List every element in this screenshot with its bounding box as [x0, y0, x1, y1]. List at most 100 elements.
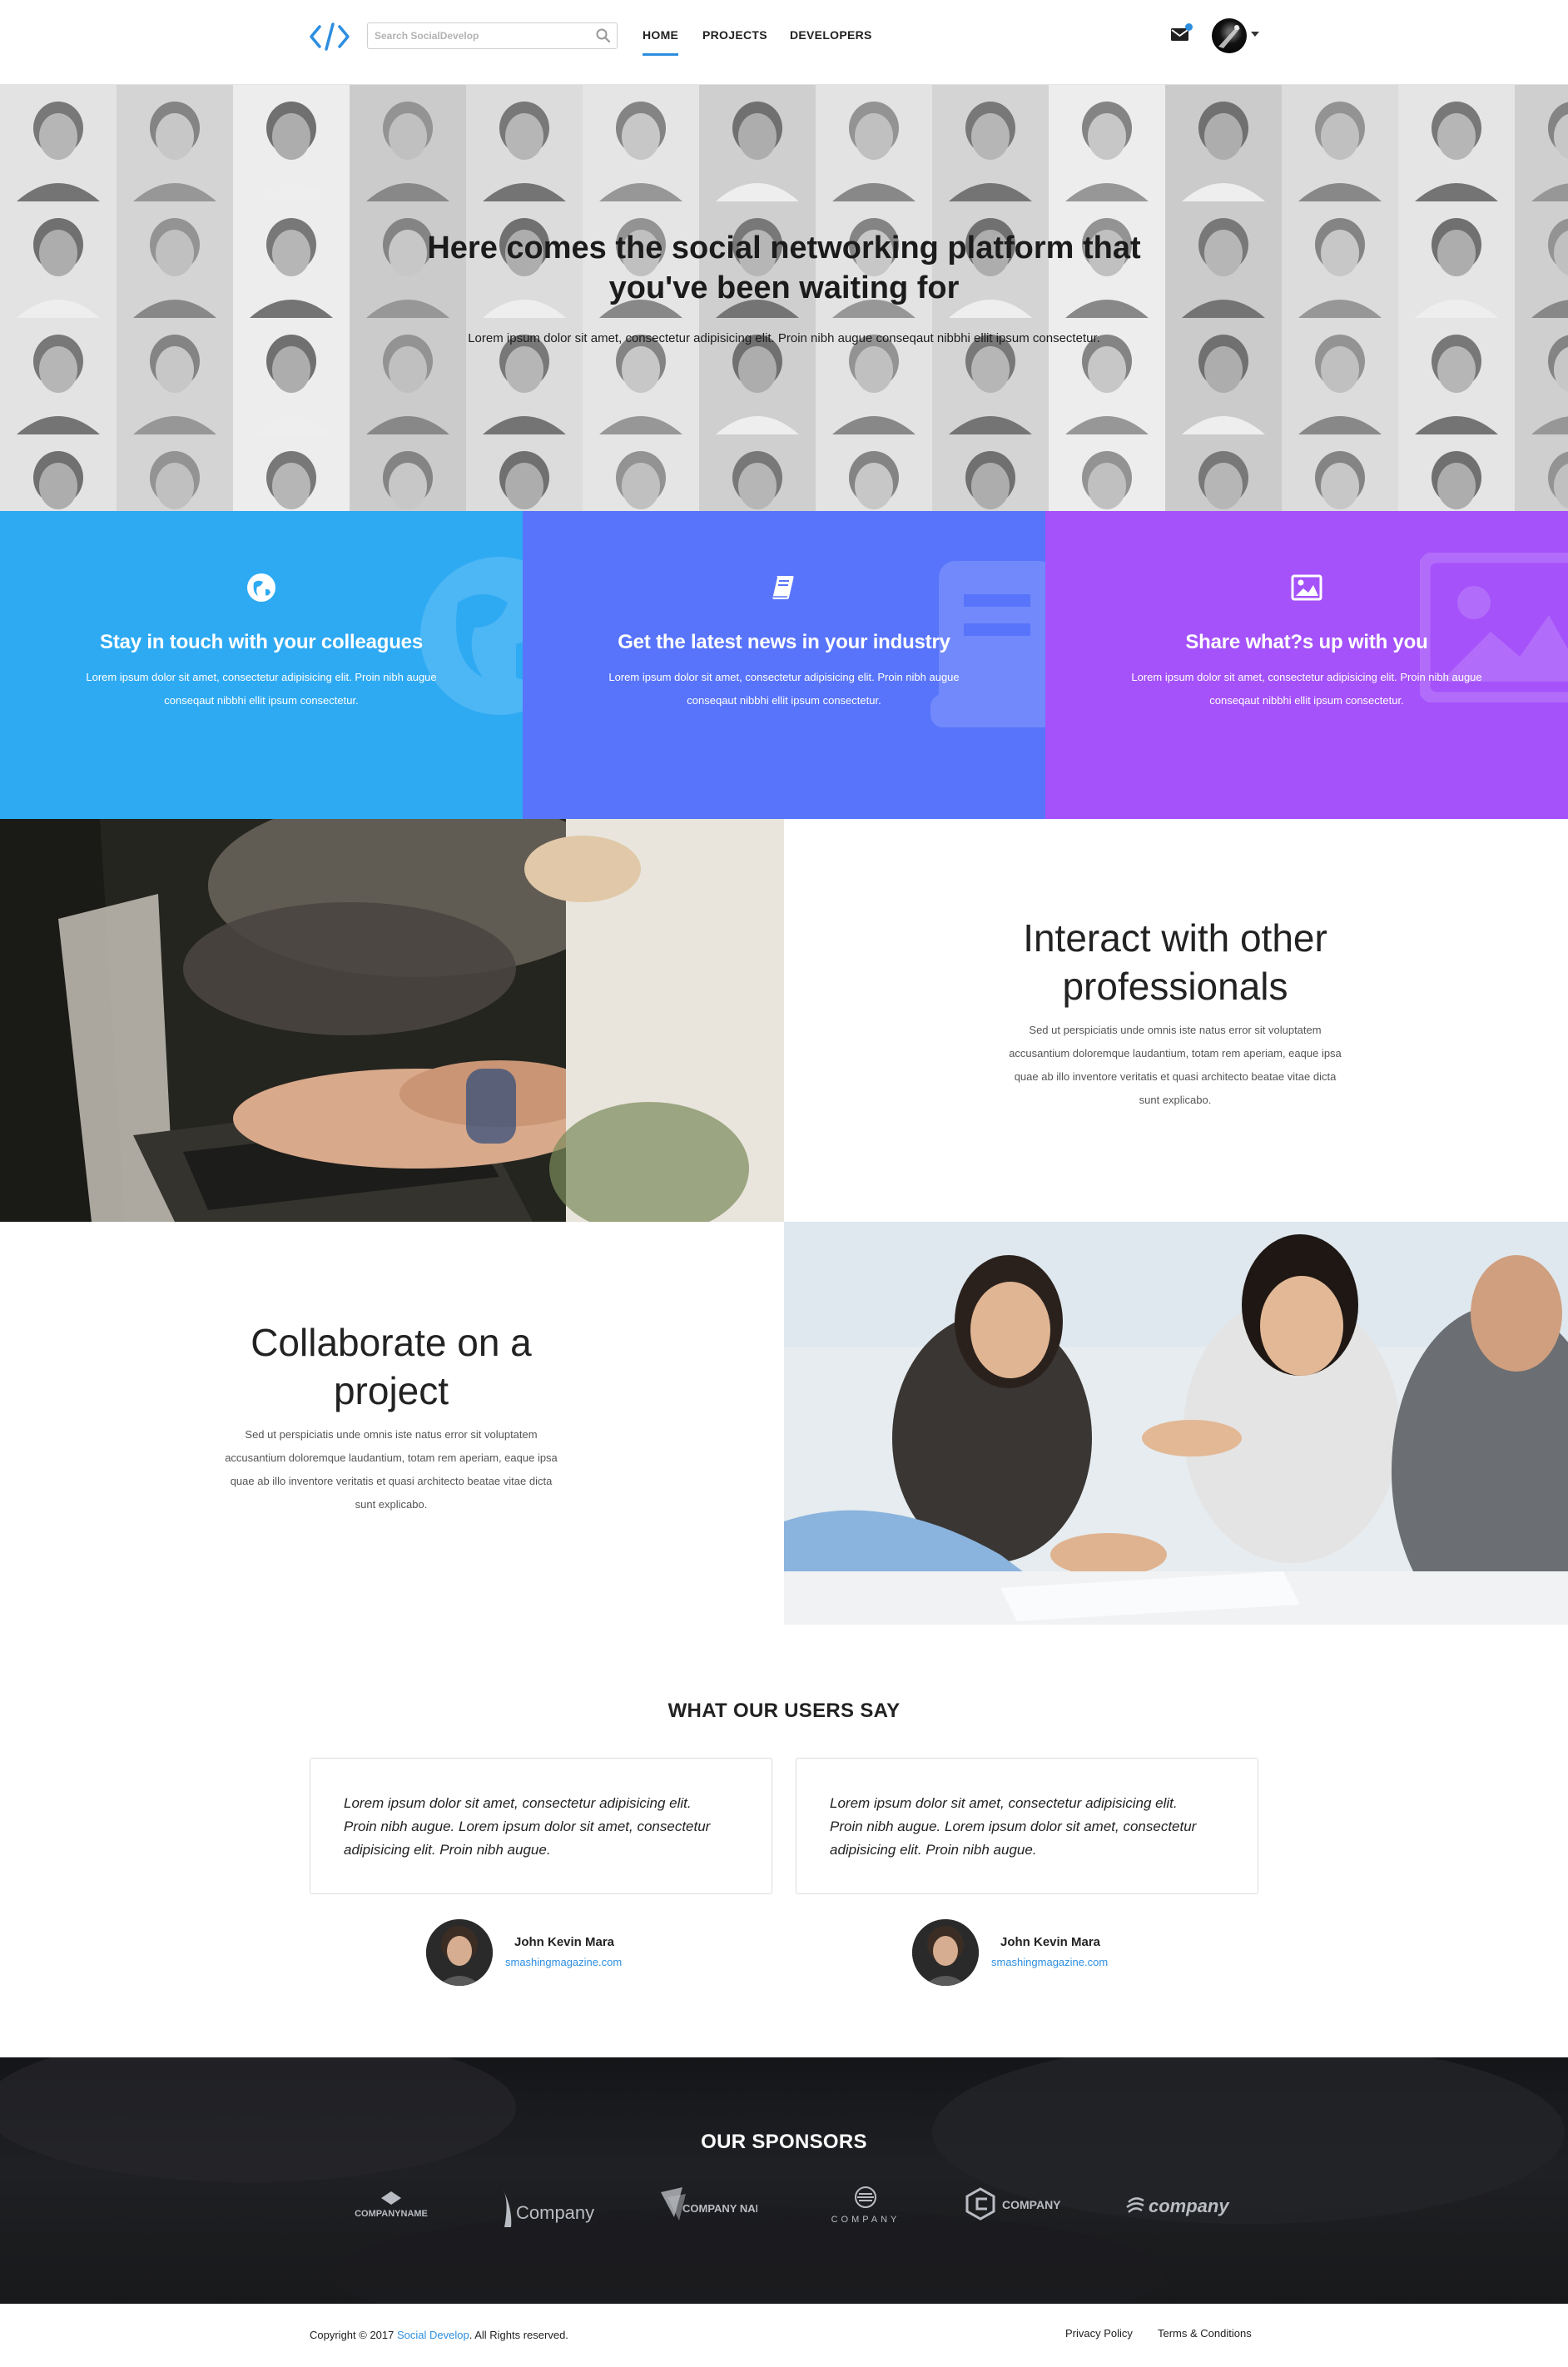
testimonial-site-link[interactable]: smashingmagazine.com — [505, 1956, 622, 1968]
feature-title: Get the latest news in your industry — [618, 631, 950, 653]
testimonial-quote: Lorem ipsum dolor sit amet, consectetur … — [830, 1792, 1224, 1862]
nav-projects[interactable]: PROJECTS — [702, 28, 767, 42]
testimonial-site-link[interactable]: smashingmagazine.com — [991, 1956, 1108, 1968]
globe-icon — [247, 573, 275, 602]
copyright: Copyright © 2017 Social Develop. All Rig… — [310, 2329, 568, 2341]
testimonial-avatar — [912, 1919, 979, 1986]
sponsor-logo-6[interactable]: company — [1124, 2184, 1240, 2234]
top-navbar: HOME PROJECTS DEVELOPERS — [0, 0, 1568, 85]
sponsor-label: COMPANYNAME — [355, 2209, 428, 2219]
hero-section: Here comes the social networking platfor… — [0, 85, 1568, 511]
sponsor-mark-icon: COMPANY — [965, 2187, 1061, 2221]
interact-text-line2: accusantium doloremque laudantium, totam… — [1009, 1047, 1342, 1059]
quote-line3: adipisicing elit. Proin nibh augue. — [344, 1842, 551, 1858]
avatar-portrait — [426, 1919, 493, 1986]
feature-text: Lorem ipsum dolor sit amet, consectetur … — [589, 666, 979, 712]
quote-line1: Lorem ipsum dolor sit amet, consectetur … — [830, 1795, 1178, 1811]
collaborate-text: Sed ut perspiciatis unde omnis iste natu… — [141, 1423, 641, 1516]
handshake-meeting-image — [784, 1222, 1568, 1625]
copyright-prefix: Copyright © 2017 — [310, 2329, 394, 2341]
image-icon — [1291, 574, 1322, 601]
feature-text: Lorem ipsum dolor sit amet, consectetur … — [67, 666, 456, 712]
interact-text-line4: sunt explicabo. — [1139, 1094, 1212, 1106]
nav-developers[interactable]: DEVELOPERS — [790, 28, 872, 42]
testimonial-name: John Kevin Mara — [1000, 1935, 1101, 1949]
sponsor-mark-icon: Company — [503, 2189, 594, 2227]
sponsor-mark-icon: COMPANY — [831, 2186, 901, 2225]
brand-link[interactable]: Social Develop — [397, 2329, 469, 2341]
sponsor-mark-icon: COMPANYNAME — [355, 2191, 428, 2219]
sponsors-heading: OUR SPONSORS — [701, 2131, 867, 2153]
sponsor-logo-3[interactable]: COMPANY NAME — [657, 2184, 757, 2234]
testimonials-heading: WHAT OUR USERS SAY — [667, 1700, 901, 1722]
search-input[interactable] — [375, 23, 591, 48]
chevron-down-icon[interactable] — [1251, 32, 1259, 37]
interact-text: Sed ut perspiciatis unde omnis iste natu… — [925, 1019, 1425, 1112]
user-avatar[interactable] — [1212, 18, 1247, 53]
hero-title: Here comes the social networking platfor… — [366, 228, 1202, 308]
testimonial-card: Lorem ipsum dolor sit amet, consectetur … — [796, 1758, 1258, 1894]
sponsor-logo-5[interactable]: COMPANY — [965, 2184, 1082, 2234]
feature-text-line1: Lorem ipsum dolor sit amet, consectetur … — [608, 671, 960, 683]
collaborate-text-line4: sunt explicabo. — [355, 1498, 428, 1511]
testimonial-card: Lorem ipsum dolor sit amet, consectetur … — [310, 1758, 772, 1894]
hero-title-line1: Here comes the social networking platfor… — [427, 231, 1141, 265]
collaborate-text-line3: quae ab illo inventore veritatis et quas… — [230, 1475, 553, 1487]
hero-title-line2: you've been waiting for — [608, 270, 960, 305]
code-logo-icon[interactable] — [308, 20, 351, 53]
typing-on-laptop-image — [0, 819, 784, 1222]
sponsor-logo-4[interactable]: COMPANY — [807, 2184, 924, 2234]
collaborate-text-line2: accusantium doloremque laudantium, totam… — [225, 1451, 558, 1464]
collaborate-title-line2: project — [333, 1369, 449, 1412]
quote-line2: Proin nibh augue. Lorem ipsum dolor sit … — [830, 1819, 1197, 1834]
hero-subtitle: Lorem ipsum dolor sit amet, consectetur … — [468, 331, 1100, 345]
sponsors-section: OUR SPONSORS COMPANYNAME Company COMPANY… — [0, 2057, 1568, 2304]
sponsors-background — [0, 2057, 1565, 2304]
quote-line1: Lorem ipsum dolor sit amet, consectetur … — [344, 1795, 692, 1811]
testimonial-avatar — [426, 1919, 493, 1986]
testimonial-quote: Lorem ipsum dolor sit amet, consectetur … — [344, 1792, 738, 1862]
sponsor-mark-icon: COMPANY NAME — [661, 2187, 757, 2221]
copyright-suffix: . All Rights reserved. — [469, 2329, 568, 2341]
sponsor-label: COMPANY NAME — [682, 2202, 757, 2215]
sponsor-label: COMPANY — [1002, 2198, 1061, 2211]
collaborate-title-line1: Collaborate on a — [251, 1321, 532, 1364]
interact-title-line1: Interact with other — [1023, 916, 1327, 960]
search-icon[interactable] — [595, 27, 612, 44]
handshake-illustration — [784, 1222, 1568, 1625]
interact-text-line1: Sed ut perspiciatis unde omnis iste natu… — [1029, 1024, 1322, 1036]
interact-title-line2: professionals — [1062, 965, 1288, 1008]
sponsor-label: COMPANY — [831, 2215, 901, 2225]
feature-text-line1: Lorem ipsum dolor sit amet, consectetur … — [86, 671, 437, 683]
search-box — [367, 22, 618, 49]
nav-home[interactable]: HOME — [643, 28, 679, 56]
interact-text-line3: quae ab illo inventore veritatis et quas… — [1014, 1070, 1337, 1083]
avatar-portrait — [912, 1919, 979, 1986]
sponsor-label: Company — [516, 2202, 594, 2223]
footer: Copyright © 2017 Social Develop. All Rig… — [0, 2304, 1568, 2367]
feature-text-line1: Lorem ipsum dolor sit amet, consectetur … — [1131, 671, 1482, 683]
testimonial-name: John Kevin Mara — [514, 1935, 615, 1949]
feature-text-line2: conseqaut nibbhi ellit ipsum consectetur… — [164, 694, 359, 707]
sponsor-label: company — [1149, 2196, 1230, 2216]
feature-stay-in-touch: Stay in touch with your colleagues Lorem… — [0, 511, 523, 819]
privacy-policy-link[interactable]: Privacy Policy — [1065, 2327, 1133, 2340]
feature-title: Stay in touch with your colleagues — [100, 631, 423, 653]
avatar-photo — [1218, 25, 1240, 48]
sponsor-logo-2[interactable]: Company — [491, 2184, 599, 2234]
interact-title: Interact with other professionals — [925, 914, 1425, 1010]
notification-dot — [1185, 23, 1193, 31]
terms-conditions-link[interactable]: Terms & Conditions — [1158, 2327, 1252, 2340]
feature-title: Share what?s up with you — [1185, 631, 1428, 653]
feature-share: Share what?s up with you Lorem ipsum dol… — [1045, 511, 1568, 819]
feature-latest-news: Get the latest news in your industry Lor… — [523, 511, 1045, 819]
sponsor-logo-1[interactable]: COMPANYNAME — [341, 2184, 441, 2234]
laptop-illustration — [0, 819, 784, 1222]
sponsor-mark-icon: company — [1126, 2196, 1230, 2216]
book-icon — [772, 576, 794, 599]
collaborate-text-line1: Sed ut perspiciatis unde omnis iste natu… — [245, 1428, 538, 1441]
quote-line3: adipisicing elit. Proin nibh augue. — [830, 1842, 1037, 1858]
collaborate-title: Collaborate on a project — [141, 1318, 641, 1415]
quote-line2: Proin nibh augue. Lorem ipsum dolor sit … — [344, 1819, 711, 1834]
feature-text-line2: conseqaut nibbhi ellit ipsum consectetur… — [687, 694, 881, 707]
